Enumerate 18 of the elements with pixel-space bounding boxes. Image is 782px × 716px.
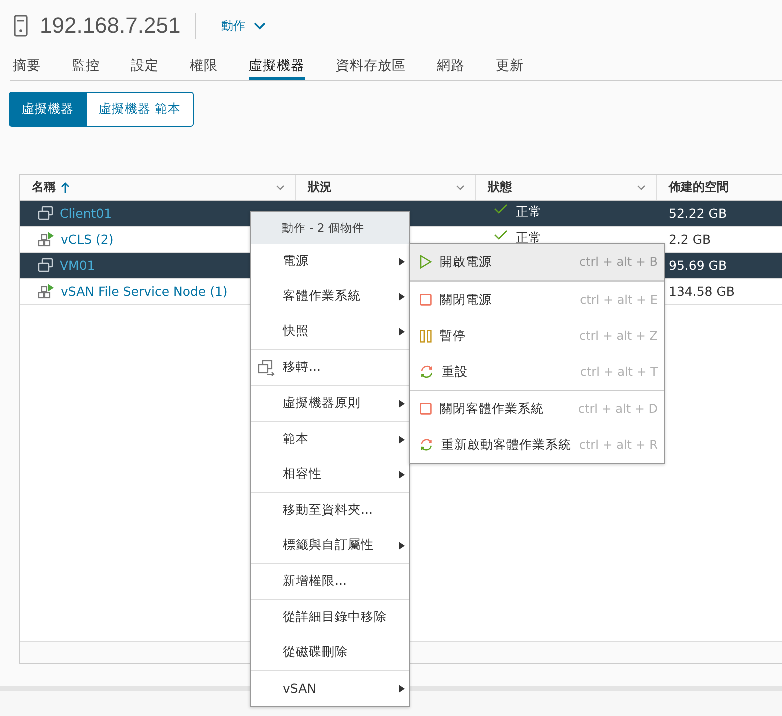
column-title: 名稱	[32, 179, 56, 196]
space-text: 134.58 GB	[669, 284, 735, 299]
shortcut-text: ctrl + alt + Z	[579, 329, 658, 343]
column-title: 狀況	[308, 179, 332, 196]
host-title: 192.168.7.251	[40, 13, 181, 39]
menu-title: 動作 - 2 個物件	[251, 212, 409, 244]
space-text: 2.2 GB	[669, 232, 712, 247]
column-title: 狀態	[488, 179, 512, 196]
shortcut-text: ctrl + alt + R	[579, 438, 658, 452]
shortcut-text: ctrl + alt + T	[580, 365, 658, 379]
shortcut-text: ctrl + alt + D	[578, 402, 658, 416]
shortcut-text: ctrl + alt + E	[580, 293, 658, 307]
shortcut-text: ctrl + alt + B	[579, 255, 658, 269]
space-text: 95.69 GB	[669, 258, 728, 273]
column-title: 佈建的空間	[669, 179, 729, 196]
space-text: 52.22 GB	[669, 206, 728, 221]
state-text: 正常	[516, 230, 542, 247]
state-text: 正常	[516, 204, 542, 221]
